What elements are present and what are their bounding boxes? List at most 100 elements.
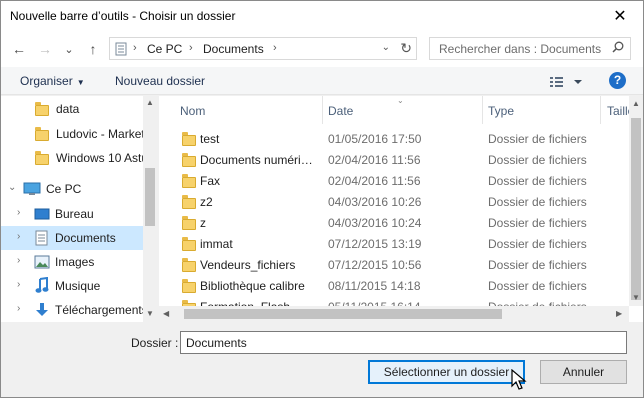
file-name: z2: [200, 195, 213, 209]
sidebar-item-downloads[interactable]: › Téléchargements: [1, 298, 143, 322]
search-icon: [612, 41, 624, 53]
refresh-icon[interactable]: ↻: [400, 40, 412, 57]
navigation-bar: ← → ⌄ ↑ › Ce PC › Documents › ⌄ ↻ Recher…: [1, 31, 643, 67]
scrollbar-thumb[interactable]: [184, 309, 502, 319]
file-row[interactable]: Fax 02/04/2016 11:56 Dossier de fichiers: [159, 171, 629, 192]
sidebar-item-label: Bureau: [55, 207, 94, 221]
folder-icon: [182, 153, 196, 167]
expand-chevron-icon[interactable]: ›: [17, 231, 20, 242]
scroll-right-arrow-icon[interactable]: ▶: [616, 309, 622, 318]
column-header-type[interactable]: Type: [483, 96, 601, 124]
computer-icon: [23, 182, 41, 195]
expand-chevron-icon[interactable]: ›: [17, 207, 20, 218]
caret-down-icon: ▼: [76, 78, 85, 87]
file-row[interactable]: z 04/03/2016 10:24 Dossier de fichiers: [159, 213, 629, 234]
file-row[interactable]: Documents numérisés 02/04/2016 11:56 Dos…: [159, 150, 629, 171]
help-icon[interactable]: ?: [609, 72, 626, 89]
breadcrumb-separator[interactable]: ›: [273, 42, 277, 54]
expand-chevron-icon[interactable]: ›: [17, 303, 20, 314]
scroll-down-arrow-icon[interactable]: ▼: [146, 309, 154, 318]
scrollbar-thumb[interactable]: [145, 168, 155, 226]
back-arrow-icon[interactable]: ←: [9, 39, 29, 59]
expand-chevron-icon[interactable]: ›: [17, 279, 20, 290]
sidebar-scrollbar[interactable]: ▲ ▼: [143, 96, 157, 322]
mouse-cursor-icon: [511, 369, 527, 390]
file-name: Vendeurs_fichiers: [200, 258, 296, 272]
file-row[interactable]: test 01/05/2016 17:50 Dossier de fichier…: [159, 129, 629, 150]
navigation-pane: data Ludovic - Marketing Windows 10 Astu…: [1, 96, 157, 322]
forward-arrow-icon[interactable]: →: [35, 39, 55, 59]
sidebar-item-label: data: [56, 102, 80, 116]
sidebar-item-pictures[interactable]: › Images: [1, 250, 143, 274]
column-header-size[interactable]: Taille: [601, 96, 629, 124]
file-row[interactable]: z2 04/03/2016 10:26 Dossier de fichiers: [159, 192, 629, 213]
sidebar-item-music[interactable]: › Musique: [1, 274, 143, 298]
sidebar-item-label: Images: [55, 255, 95, 269]
sidebar-item-data[interactable]: data: [1, 97, 143, 121]
file-date: 04/03/2016 10:26: [328, 195, 422, 209]
breadcrumb-separator[interactable]: ›: [133, 42, 137, 54]
folder-name-input[interactable]: [180, 331, 627, 354]
scrollbar-thumb[interactable]: [631, 118, 641, 300]
file-date: 07/12/2015 13:19: [328, 237, 422, 251]
file-row[interactable]: Vendeurs_fichiers 07/12/2015 10:56 Dossi…: [159, 255, 629, 276]
search-input[interactable]: Rechercher dans : Documents: [429, 37, 631, 60]
file-type: Dossier de fichiers: [488, 237, 587, 251]
file-row[interactable]: immat 07/12/2015 13:19 Dossier de fichie…: [159, 234, 629, 255]
view-options-icon[interactable]: [549, 75, 583, 89]
sidebar-item-this-pc[interactable]: ⌄ Ce PC: [1, 177, 143, 201]
sidebar-item-label: Ludovic - Marketing: [56, 127, 143, 141]
folder-icon: [182, 279, 196, 293]
recent-locations-chevron-icon[interactable]: ⌄: [59, 39, 79, 59]
folder-icon: [182, 237, 196, 251]
file-list-horizontal-scrollbar[interactable]: ◀ ▶: [159, 306, 629, 322]
folder-icon: [182, 258, 196, 272]
column-header-date[interactable]: Date: [323, 96, 483, 124]
file-list: Nom ⌄ Date Type Taille test 01/05/2016 1…: [159, 96, 643, 322]
sidebar-item-windows-10-astuces[interactable]: Windows 10 Astuces: [1, 146, 143, 170]
command-bar: Organiser ▼ Nouveau dossier ?: [1, 67, 643, 95]
expand-chevron-down-icon[interactable]: ⌄: [8, 182, 16, 193]
folder-icon: [35, 127, 49, 141]
select-folder-button[interactable]: Sélectionner un dossier: [368, 360, 525, 384]
file-type: Dossier de fichiers: [488, 258, 587, 272]
expand-chevron-icon[interactable]: ›: [17, 255, 20, 266]
column-label: Taille: [607, 104, 629, 118]
music-note-icon: [35, 277, 49, 293]
desktop-icon: [34, 208, 50, 220]
breadcrumb-separator[interactable]: ›: [189, 42, 193, 54]
organize-menu[interactable]: Organiser ▼: [20, 74, 85, 88]
scroll-left-arrow-icon[interactable]: ◀: [163, 309, 169, 318]
file-list-vertical-scrollbar[interactable]: ▲ ▼: [629, 96, 643, 306]
window-title: Nouvelle barre d’outils - Choisir un dos…: [10, 9, 236, 23]
file-row[interactable]: Bibliothèque calibre 08/11/2015 14:18 Do…: [159, 276, 629, 297]
breadcrumb-this-pc[interactable]: Ce PC: [147, 42, 182, 56]
file-type: Dossier de fichiers: [488, 153, 587, 167]
file-date: 01/05/2016 17:50: [328, 132, 422, 146]
close-button[interactable]: ✕: [597, 1, 643, 31]
file-type: Dossier de fichiers: [488, 132, 587, 146]
up-arrow-icon[interactable]: ↑: [83, 39, 103, 59]
folder-label: Dossier :: [131, 336, 179, 350]
sidebar-item-ludovic-marketing[interactable]: Ludovic - Marketing: [1, 122, 143, 146]
scroll-up-arrow-icon[interactable]: ▲: [146, 98, 154, 107]
column-header-name[interactable]: Nom: [159, 96, 323, 124]
folder-icon: [182, 195, 196, 209]
sidebar-item-label: Téléchargements: [55, 303, 143, 317]
file-type: Dossier de fichiers: [488, 174, 587, 188]
file-type: Dossier de fichiers: [488, 216, 587, 230]
folder-icon: [182, 174, 196, 188]
file-name: Documents numérisés: [200, 153, 315, 167]
sidebar-item-documents[interactable]: › Documents: [1, 226, 143, 250]
address-history-chevron-icon[interactable]: ⌄: [382, 42, 390, 53]
cancel-button[interactable]: Annuler: [540, 360, 627, 384]
documents-icon: [35, 230, 48, 246]
new-folder-button[interactable]: Nouveau dossier: [115, 74, 205, 88]
sidebar-item-desktop[interactable]: › Bureau: [1, 202, 143, 226]
file-type: Dossier de fichiers: [488, 279, 587, 293]
address-bar[interactable]: › Ce PC › Documents › ⌄ ↻: [109, 37, 417, 60]
breadcrumb-documents[interactable]: Documents: [203, 42, 264, 56]
scroll-down-arrow-icon[interactable]: ▼: [632, 293, 640, 302]
search-placeholder: Rechercher dans : Documents: [439, 42, 602, 56]
scroll-up-arrow-icon[interactable]: ▲: [632, 99, 640, 108]
